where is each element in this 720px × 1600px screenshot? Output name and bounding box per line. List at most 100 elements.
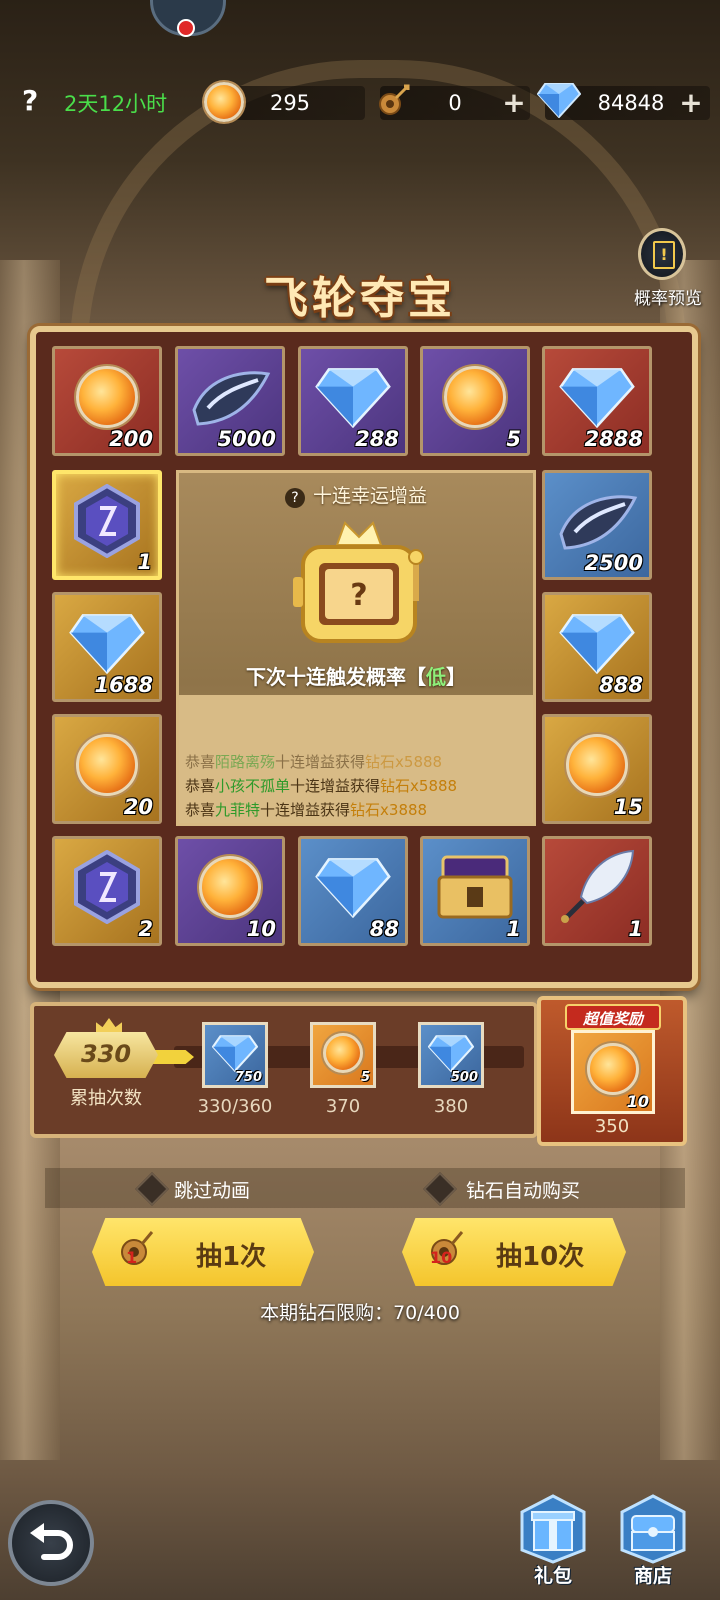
notification-dot bbox=[177, 19, 195, 37]
prize-count: 20 bbox=[123, 795, 153, 819]
super-value-threshold: 350 bbox=[594, 1116, 630, 1137]
help-button[interactable]: ? bbox=[22, 84, 38, 117]
prize-cell-diamond[interactable]: 888 bbox=[542, 592, 652, 702]
super-value-reward[interactable]: 超值奖励 10 350 bbox=[537, 996, 687, 1146]
milestone-label: 370 bbox=[325, 1096, 361, 1117]
diamond-icon bbox=[69, 613, 145, 674]
orb-count: 295 bbox=[269, 91, 311, 115]
prize-cell-quill[interactable]: 1 bbox=[542, 836, 652, 946]
shop-button[interactable]: 商店 bbox=[614, 1490, 692, 1590]
prize-cell-chest[interactable]: 1 bbox=[420, 836, 530, 946]
key-count: 0 bbox=[448, 91, 462, 115]
prize-cell-rune[interactable]: 2 bbox=[52, 836, 162, 946]
prize-cell-orb[interactable]: 10 bbox=[175, 836, 285, 946]
prize-count: 888 bbox=[599, 673, 643, 697]
prize-count: 15 bbox=[613, 795, 643, 819]
orb-icon bbox=[76, 365, 138, 428]
probability-preview-label: 概率预览 bbox=[634, 289, 702, 309]
prize-cell-diamond[interactable]: 288 bbox=[298, 346, 408, 456]
prize-cell-rune[interactable]: 1 bbox=[52, 470, 162, 580]
back-button[interactable] bbox=[8, 1500, 94, 1586]
draw-once-label: 抽1次 bbox=[196, 1242, 267, 1272]
gear-key-icon bbox=[374, 80, 414, 120]
progress-arrow bbox=[152, 1050, 194, 1064]
key-currency: 0 + bbox=[379, 84, 530, 120]
diamond-icon bbox=[536, 82, 582, 122]
diamond-icon bbox=[315, 367, 391, 428]
prize-cell-orb[interactable]: 200 bbox=[52, 346, 162, 456]
prize-count: 10 bbox=[246, 917, 276, 941]
auto-buy-label[interactable]: 钻石自动购买 bbox=[466, 1176, 580, 1203]
gift-pack-button[interactable]: 礼包 bbox=[514, 1490, 592, 1590]
winner-feed-item: 恭喜九菲特十连增益获得钻石x3888 bbox=[185, 801, 428, 819]
draw-ten-label: 抽10次 bbox=[496, 1242, 585, 1272]
orb-icon bbox=[76, 733, 138, 796]
mascot-badge[interactable] bbox=[150, 0, 226, 37]
diamond-icon bbox=[315, 857, 391, 918]
prize-count: 200 bbox=[109, 427, 153, 451]
gear-key-icon: 1 bbox=[116, 1226, 156, 1270]
crystal-feather-icon bbox=[192, 371, 271, 426]
quill-pen-icon bbox=[561, 849, 635, 923]
prize-cell-orb[interactable]: 5 bbox=[420, 346, 530, 456]
gear-key-icon: 10 bbox=[426, 1226, 466, 1270]
rune-stone-icon bbox=[74, 483, 140, 558]
gift-box-icon bbox=[520, 1494, 586, 1564]
bonus-help-icon[interactable]: ? bbox=[284, 488, 305, 508]
event-timer: 2天12小时 bbox=[64, 92, 168, 116]
draw-once-cost: 1 bbox=[126, 1248, 138, 1267]
prize-cell-diamond[interactable]: 1688 bbox=[52, 592, 162, 702]
diamond-purchase-limit: 本期钻石限购：70/400 bbox=[260, 1302, 460, 1324]
rune-stone-icon bbox=[74, 849, 140, 924]
add-diamond-button[interactable]: + bbox=[679, 89, 703, 117]
prize-count: 288 bbox=[355, 427, 399, 451]
milestone-reward-360[interactable]: 750 bbox=[202, 1022, 268, 1088]
crown-icon bbox=[96, 1018, 122, 1032]
prize-count: 1688 bbox=[94, 673, 153, 697]
prize-count: 88 bbox=[369, 917, 399, 941]
prize-cell-orb[interactable]: 15 bbox=[542, 714, 652, 824]
orb-icon bbox=[587, 1042, 639, 1095]
slot-machine-icon: ? bbox=[289, 517, 429, 651]
prize-count: 1 bbox=[506, 917, 521, 941]
draw-count-badge: 330 bbox=[54, 1032, 158, 1078]
draw-ten-cost: 10 bbox=[430, 1248, 453, 1267]
milestone-reward-370[interactable]: 5 bbox=[310, 1022, 376, 1088]
shop-chest-icon bbox=[620, 1494, 686, 1564]
diamond-icon bbox=[559, 367, 635, 428]
skip-animation-label[interactable]: 跳过动画 bbox=[174, 1176, 250, 1203]
gift-pack-label: 礼包 bbox=[533, 1565, 572, 1587]
info-card-icon: ! bbox=[638, 228, 686, 280]
milestone-reward-380[interactable]: 500 bbox=[418, 1022, 484, 1088]
orb-icon bbox=[444, 365, 506, 428]
diamond-count: 84848 bbox=[597, 91, 665, 115]
orb-icon bbox=[323, 1032, 363, 1073]
prize-count: 5 bbox=[506, 427, 521, 451]
prize-cell-diamond[interactable]: 88 bbox=[298, 836, 408, 946]
draw-count: 330 bbox=[80, 1040, 132, 1068]
prize-cell-diamond[interactable]: 2888 bbox=[542, 346, 652, 456]
add-key-button[interactable]: + bbox=[502, 89, 526, 117]
cumulative-draw-panel: 330 累抽次数 750 330/360 5 370 500 380 bbox=[30, 1002, 538, 1138]
super-value-tag: 超值奖励 bbox=[565, 1004, 661, 1030]
probability-preview-button[interactable]: ! 概率预览 bbox=[624, 228, 714, 309]
winner-feed-item: 恭喜陌路离殇十连增益获得钻石x5888 bbox=[185, 753, 443, 771]
shop-label: 商店 bbox=[633, 1565, 672, 1587]
milestone-label: 380 bbox=[433, 1096, 469, 1117]
prize-count: 2888 bbox=[584, 427, 643, 451]
milestone-label: 330/360 bbox=[197, 1096, 273, 1117]
trigger-rate-value: 低 bbox=[426, 665, 446, 689]
draw-once-button[interactable]: 1 抽1次 bbox=[92, 1218, 314, 1286]
orb-icon bbox=[566, 733, 628, 796]
lucky-bonus-title: ? 十连幸运增益 bbox=[179, 481, 533, 508]
draw-ten-button[interactable]: 10 抽10次 bbox=[402, 1218, 626, 1286]
prize-cell-feather[interactable]: 2500 bbox=[542, 470, 652, 580]
crystal-feather-icon bbox=[559, 495, 638, 550]
prize-cell-feather[interactable]: 5000 bbox=[175, 346, 285, 456]
back-arrow-icon bbox=[30, 1523, 73, 1560]
trigger-rate-text: 下次十连触发概率【低】 bbox=[246, 665, 466, 689]
diamond-icon bbox=[559, 613, 635, 674]
prize-cell-orb[interactable]: 20 bbox=[52, 714, 162, 824]
prize-count: 1 bbox=[137, 550, 152, 574]
prize-count: 5000 bbox=[217, 427, 276, 451]
